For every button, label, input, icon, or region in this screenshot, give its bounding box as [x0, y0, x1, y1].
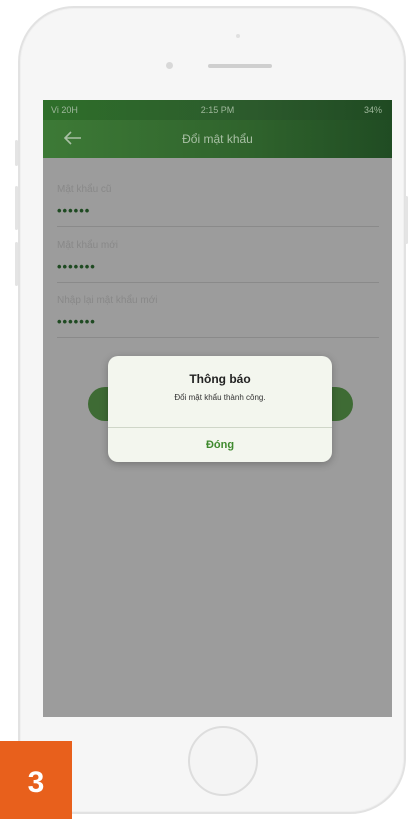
earpiece-speaker [208, 64, 272, 68]
volume-up-button [15, 186, 18, 230]
field-underline [57, 337, 379, 338]
field-label: Nhập lại mật khẩu mới [57, 295, 158, 306]
field-label: Mật khẩu mới [57, 240, 119, 251]
status-time: 2:15 PM [200, 105, 235, 115]
field-value: ••••••• [57, 259, 96, 274]
status-bar: Vi 20H 2:15 PM 34% [43, 100, 392, 120]
dialog-title: Thông báo [189, 372, 251, 386]
front-camera [166, 62, 173, 69]
battery-level: 34% [363, 105, 382, 115]
new-password-field[interactable]: Mật khẩu mới ••••••• [57, 240, 379, 283]
close-button[interactable]: Đóng [108, 428, 332, 462]
field-underline [57, 226, 379, 227]
alert-dialog: Thông báo Đổi mật khẩu thành công. Đóng [108, 356, 332, 462]
front-camera-dot [236, 34, 240, 38]
app-bar: Đổi mật khẩu [43, 120, 392, 158]
confirm-password-field[interactable]: Nhập lại mật khẩu mới ••••••• [57, 295, 379, 338]
home-button[interactable] [188, 726, 258, 796]
field-value: ••••••• [57, 314, 96, 329]
power-button [405, 196, 408, 244]
volume-down-button [15, 242, 18, 286]
step-number-badge: 3 [0, 741, 72, 819]
field-label: Mật khẩu cũ [57, 184, 112, 195]
old-password-field[interactable]: Mật khẩu cũ •••••• [57, 184, 379, 227]
field-underline [57, 282, 379, 283]
dialog-message: Đổi mật khẩu thành công. [174, 393, 266, 402]
mute-switch [15, 140, 18, 166]
field-value: •••••• [57, 203, 91, 218]
page-title: Đổi mật khẩu [182, 132, 253, 146]
